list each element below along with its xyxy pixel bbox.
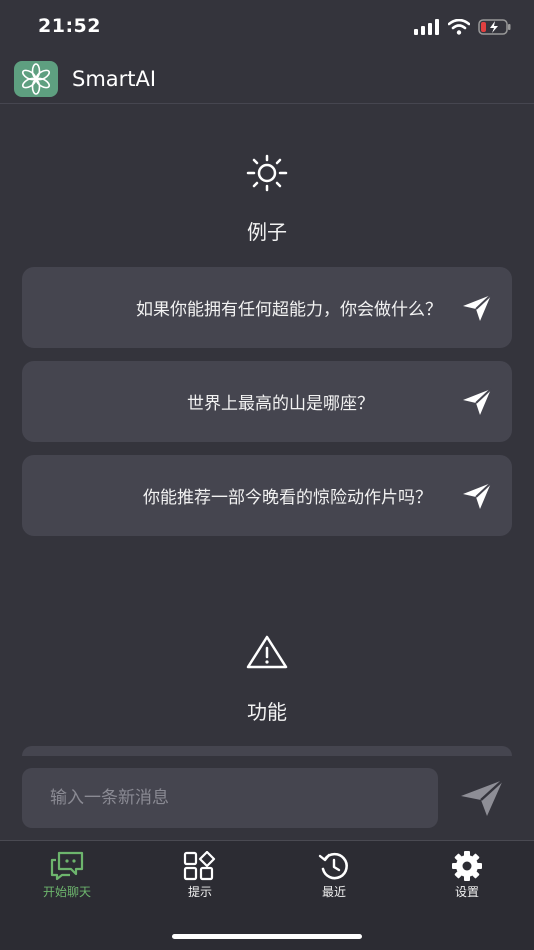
wifi-icon bbox=[448, 19, 470, 35]
tab-settings[interactable]: 设置 bbox=[422, 851, 512, 900]
battery-icon bbox=[478, 19, 511, 35]
examples-section-icon-wrap bbox=[0, 153, 534, 193]
tab-label: 最近 bbox=[321, 885, 346, 899]
send-icon[interactable] bbox=[462, 481, 492, 510]
gear-icon bbox=[452, 851, 482, 881]
history-icon bbox=[318, 852, 348, 880]
status-time: 21:52 bbox=[38, 15, 101, 37]
grid-icon bbox=[183, 851, 216, 881]
chat-icon bbox=[50, 851, 84, 881]
status-bar: 21:52 bbox=[0, 0, 534, 54]
tab-label: 设置 bbox=[454, 885, 479, 899]
app-logo bbox=[14, 60, 58, 97]
cellular-signal-icon bbox=[414, 19, 439, 35]
send-icon bbox=[461, 779, 504, 816]
app-title: SmartAI bbox=[72, 66, 157, 91]
composer bbox=[0, 756, 534, 840]
example-text: 世界上最高的山是哪座？ bbox=[187, 394, 374, 414]
send-icon[interactable] bbox=[462, 387, 492, 416]
examples-title: 例子 bbox=[247, 220, 287, 244]
flower-logo-icon bbox=[21, 62, 51, 95]
warning-icon bbox=[246, 635, 288, 669]
example-card[interactable]: 世界上最高的山是哪座？ bbox=[22, 361, 512, 442]
feature-card-peek[interactable] bbox=[22, 746, 512, 756]
tab-recent[interactable]: 最近 bbox=[289, 851, 379, 900]
status-icons bbox=[414, 19, 512, 35]
features-title: 功能 bbox=[247, 700, 287, 724]
app-header: SmartAI bbox=[0, 54, 534, 104]
send-icon[interactable] bbox=[462, 293, 492, 322]
example-card[interactable]: 你能推荐一部今晚看的惊险动作片吗？ bbox=[22, 455, 512, 536]
message-input[interactable] bbox=[22, 768, 438, 828]
tab-start-chat[interactable]: 开始聊天 bbox=[22, 851, 112, 900]
send-button[interactable] bbox=[458, 776, 506, 820]
tab-prompts[interactable]: 提示 bbox=[155, 851, 245, 900]
tab-label: 开始聊天 bbox=[42, 885, 91, 899]
sun-icon bbox=[246, 154, 288, 192]
example-card[interactable]: 如果你能拥有任何超能力，你会做什么？ bbox=[22, 267, 512, 348]
home-indicator[interactable] bbox=[172, 934, 362, 939]
example-text: 你能推荐一部今晚看的惊险动作片吗？ bbox=[143, 488, 432, 508]
features-section-icon-wrap bbox=[0, 634, 534, 670]
example-text: 如果你能拥有任何超能力，你会做什么？ bbox=[136, 300, 442, 320]
tab-label: 提示 bbox=[187, 885, 212, 899]
